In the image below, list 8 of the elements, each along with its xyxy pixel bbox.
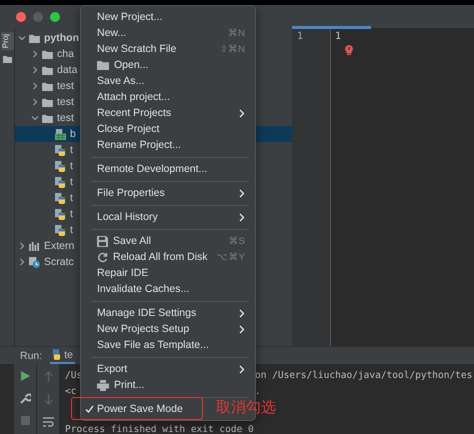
annotation-text: 取消勾选 [216, 398, 276, 417]
run-panel-title: Run: [20, 350, 42, 362]
console-text: <c [65, 386, 76, 396]
console-text: Process finished with exit code 0 [65, 424, 254, 434]
line-number: 1 [296, 31, 304, 44]
console-text: on /Users/liuchao/java/tool/python/tes [255, 370, 472, 380]
code-line: 1 [334, 31, 342, 44]
console-text: . [255, 386, 261, 396]
